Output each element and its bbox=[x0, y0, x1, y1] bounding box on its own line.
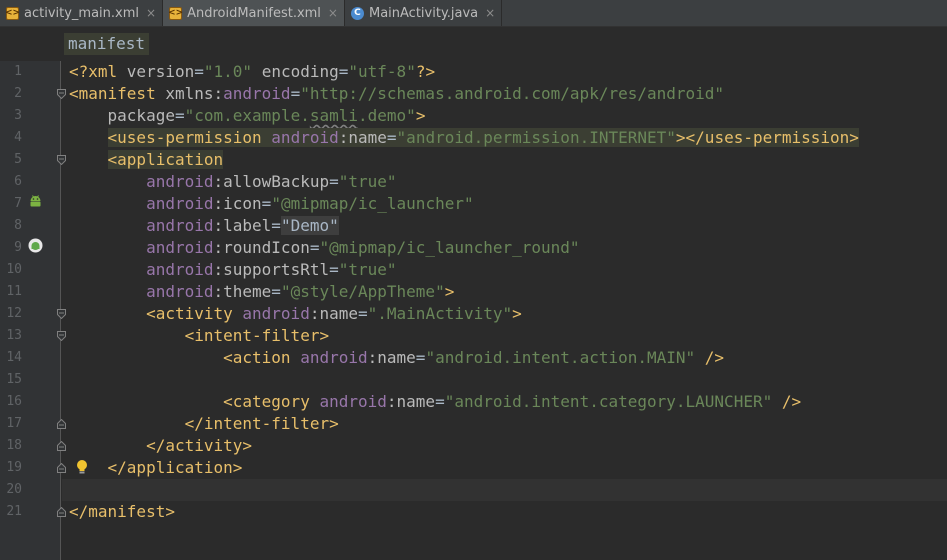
android-icon[interactable] bbox=[28, 194, 43, 213]
editor-tab-bar: <> activity_main.xml × <> AndroidManifes… bbox=[0, 0, 947, 27]
xml-file-icon: <> bbox=[168, 6, 184, 20]
breadcrumb-manifest[interactable]: manifest bbox=[64, 33, 150, 55]
tab-label: MainActivity.java bbox=[368, 5, 479, 21]
code-line-13: <intent-filter> bbox=[184, 326, 330, 345]
code-line-4: <uses-permission android:name="android.p… bbox=[107, 128, 859, 147]
line-number: 20 bbox=[6, 482, 22, 497]
code-line-14: <action android:name="android.intent.act… bbox=[223, 348, 725, 367]
tab-activity-main-xml[interactable]: <> activity_main.xml × bbox=[0, 0, 164, 26]
code-line-2: <manifest xmlns:android="http://schemas.… bbox=[69, 84, 725, 103]
breadcrumb-bar: manifest bbox=[0, 27, 947, 61]
line-number: 12 bbox=[6, 306, 22, 321]
code-line-8: android:label="Demo" bbox=[146, 216, 339, 235]
code-line-9: android:roundIcon="@mipmap/ic_launcher_r… bbox=[146, 238, 580, 257]
line-number: 14 bbox=[6, 350, 22, 365]
code-line-11: android:theme="@style/AppTheme"> bbox=[146, 282, 455, 301]
round-launcher-icon[interactable] bbox=[28, 238, 43, 257]
line-number: 7 bbox=[14, 196, 22, 211]
code-line-21: </manifest> bbox=[69, 502, 175, 521]
line-number: 8 bbox=[14, 218, 22, 233]
line-number: 2 bbox=[14, 86, 22, 101]
line-number: 10 bbox=[6, 262, 22, 277]
code-line-16: <category android:name="android.intent.c… bbox=[223, 392, 802, 411]
line-number: 4 bbox=[14, 130, 22, 145]
code-line-18: </activity> bbox=[146, 436, 253, 455]
line-number: 17 bbox=[6, 416, 22, 431]
tab-label: AndroidManifest.xml bbox=[187, 5, 321, 21]
line-number: 11 bbox=[6, 284, 22, 299]
code-line-20-current[interactable] bbox=[62, 479, 947, 501]
code-line-12: <activity android:name=".MainActivity"> bbox=[146, 304, 522, 323]
line-number: 5 bbox=[14, 152, 22, 167]
line-number: 21 bbox=[6, 504, 22, 519]
editor-gutter: 1 2 3 4 5 6 7 8 9 10 11 12 13 14 15 16 1… bbox=[0, 61, 87, 560]
tab-android-manifest-xml[interactable]: <> AndroidManifest.xml × bbox=[163, 0, 345, 26]
line-number: 9 bbox=[14, 240, 22, 255]
close-icon[interactable]: × bbox=[485, 6, 495, 20]
close-icon[interactable]: × bbox=[146, 6, 156, 20]
code-line-3: package="com.example.samli.demo"> bbox=[107, 106, 426, 125]
xml-file-icon: <> bbox=[4, 6, 21, 20]
code-line-10: android:supportsRtl="true" bbox=[146, 260, 397, 279]
line-number: 16 bbox=[6, 394, 22, 409]
code-line-1: <?xml version="1.0" encoding="utf-8"?> bbox=[69, 62, 436, 81]
code-editor[interactable]: <?xml version="1.0" encoding="utf-8"?> <… bbox=[62, 61, 947, 560]
code-line-5: <application bbox=[107, 150, 224, 169]
line-number: 6 bbox=[14, 174, 22, 189]
line-number: 3 bbox=[14, 108, 22, 123]
code-line-7: android:icon="@mipmap/ic_launcher" bbox=[146, 194, 474, 213]
java-class-icon: C bbox=[350, 6, 364, 20]
code-line-19: </application> bbox=[107, 458, 243, 477]
line-number: 13 bbox=[6, 328, 22, 343]
line-number: 18 bbox=[6, 438, 22, 453]
line-number: 1 bbox=[14, 64, 22, 79]
code-line-6: android:allowBackup="true" bbox=[146, 172, 397, 191]
code-line-17: </intent-filter> bbox=[184, 414, 339, 433]
line-number: 15 bbox=[6, 372, 22, 387]
tab-label: activity_main.xml bbox=[24, 5, 140, 21]
close-icon[interactable]: × bbox=[328, 6, 338, 20]
line-number: 19 bbox=[6, 460, 22, 475]
tab-main-activity-java[interactable]: C MainActivity.java × bbox=[345, 0, 503, 26]
